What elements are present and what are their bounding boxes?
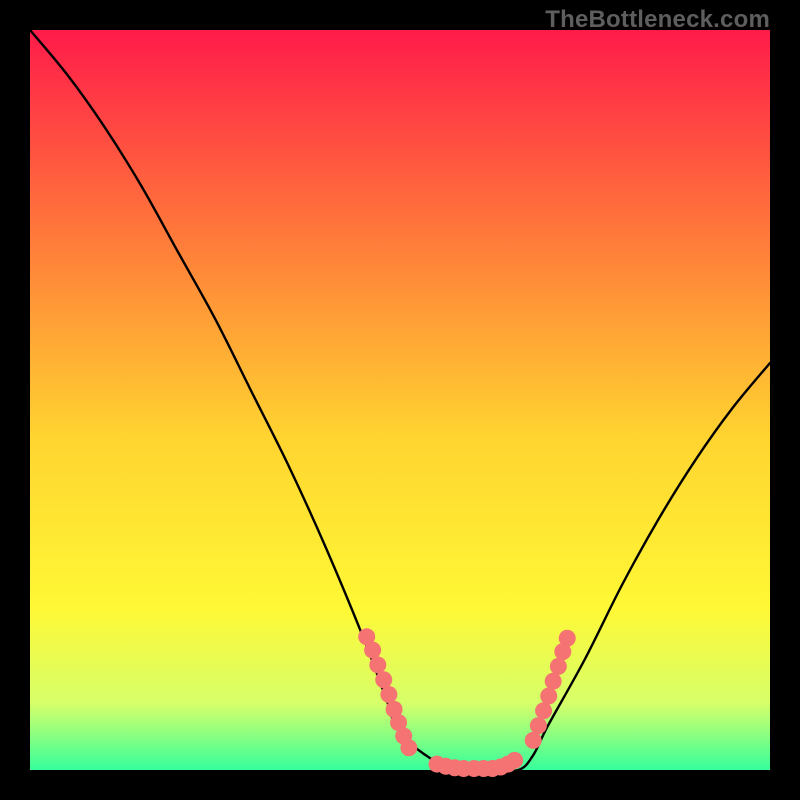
plot-area	[30, 30, 770, 770]
data-dot	[545, 673, 562, 690]
data-dot	[530, 717, 547, 734]
data-dot	[540, 688, 557, 705]
data-dot	[364, 642, 381, 659]
bottleneck-curve	[30, 30, 770, 771]
data-dot	[380, 686, 397, 703]
data-dot	[400, 739, 417, 756]
data-dot	[375, 671, 392, 688]
dots-cluster-left	[358, 628, 417, 756]
data-dot	[550, 658, 567, 675]
data-dot	[525, 732, 542, 749]
curve-layer	[30, 30, 770, 770]
data-dot	[506, 752, 523, 769]
chart-frame: TheBottleneck.com	[0, 0, 800, 800]
data-dot	[535, 702, 552, 719]
data-dot	[369, 656, 386, 673]
data-dot	[559, 630, 576, 647]
dots-cluster-bottom	[429, 752, 524, 777]
